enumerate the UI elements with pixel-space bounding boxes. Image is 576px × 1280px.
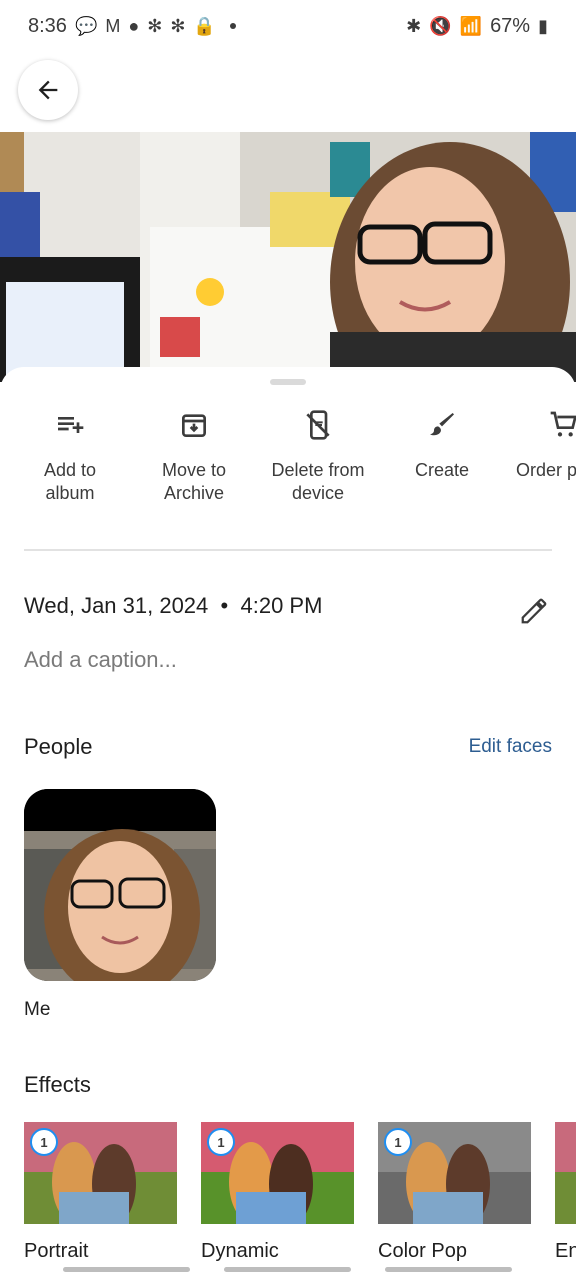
caption-input[interactable]: Add a caption... — [24, 647, 177, 673]
lock-icon: 🔒 — [193, 16, 216, 36]
effect-thumbnail: 1 — [24, 1122, 177, 1224]
face-thumbnail[interactable] — [24, 789, 216, 981]
scroll-indicator — [224, 1267, 351, 1272]
effect-color-pop[interactable]: 1 Color Pop — [378, 1122, 531, 1263]
one-badge-icon: 1 — [30, 1128, 58, 1156]
effect-dynamic[interactable]: 1 Dynamic — [201, 1122, 354, 1263]
edit-date-button[interactable] — [516, 593, 552, 629]
pencil-icon — [521, 598, 547, 624]
effect-label: Dynamic — [201, 1240, 279, 1262]
add-to-album-button[interactable]: Add to album — [10, 407, 130, 505]
action-label: Delete from device — [271, 460, 365, 503]
separator-dot: • — [214, 593, 235, 618]
effect-thumbnail — [555, 1122, 576, 1224]
order-prints-button[interactable]: Order p — [506, 407, 576, 482]
delete-from-device-button[interactable]: Delete from device — [258, 407, 378, 505]
action-label: Add to album — [43, 460, 97, 503]
bluetooth-icon: ✱ — [406, 16, 422, 36]
effect-thumbnail: 1 — [378, 1122, 531, 1224]
effect-partial[interactable]: En — [555, 1122, 576, 1263]
details-sheet: Add to album Move to Archive Delete from… — [0, 367, 576, 1280]
one-badge-icon: 1 — [207, 1128, 235, 1156]
photo-preview[interactable] — [0, 132, 576, 382]
account-icon: ● — [128, 16, 140, 36]
divider — [24, 549, 552, 551]
scroll-indicator — [385, 1267, 512, 1272]
gmail-icon: M — [105, 16, 121, 36]
clock: 8:36 — [28, 14, 67, 37]
edit-faces-link[interactable]: Edit faces — [469, 736, 552, 758]
status-bar: 8:36 💬 M ● ✻ ✻ 🔒 ✱ 🔇 📶 67% ▮ — [0, 0, 576, 52]
create-button[interactable]: Create — [382, 407, 502, 482]
effect-thumbnail: 1 — [201, 1122, 354, 1224]
action-label: Order p — [516, 460, 576, 480]
people-heading: People — [24, 734, 93, 759]
effect-label: Color Pop — [378, 1240, 467, 1262]
date-text: Wed, Jan 31, 2024 — [24, 593, 209, 618]
effect-label: Portrait — [24, 1240, 89, 1262]
move-to-archive-button[interactable]: Move to Archive — [134, 407, 254, 505]
yelp-icon: ✻ — [147, 16, 163, 36]
effect-portrait[interactable]: 1 Portrait — [24, 1122, 177, 1263]
effect-label: En — [555, 1240, 576, 1262]
scroll-indicator — [63, 1267, 190, 1272]
action-label: Create — [414, 460, 470, 480]
time-text: 4:20 PM — [240, 593, 323, 618]
cart-icon — [546, 407, 576, 443]
battery-percent: 67% — [490, 14, 531, 37]
dot-icon — [229, 23, 236, 29]
arrow-back-icon — [38, 80, 58, 100]
brush-icon — [424, 407, 460, 443]
add-to-playlist-icon — [52, 407, 88, 443]
archive-icon — [176, 407, 212, 443]
face-name: Me — [24, 999, 51, 1020]
effects-heading: Effects — [24, 1072, 91, 1097]
battery-icon: ▮ — [538, 16, 548, 36]
one-badge-icon: 1 — [384, 1128, 412, 1156]
action-label: Move to Archive — [161, 460, 227, 503]
mute-icon: 🔇 — [429, 16, 452, 36]
wifi-icon: 📶 — [459, 16, 483, 36]
action-row: Add to album Move to Archive Delete from… — [0, 407, 576, 527]
sheet-handle[interactable] — [270, 379, 306, 385]
date-time: Wed, Jan 31, 2024 • 4:20 PM — [24, 593, 322, 619]
delete-device-icon — [300, 407, 336, 443]
back-button[interactable] — [18, 60, 78, 120]
chat-icon: 💬 — [74, 16, 98, 36]
yelp-icon: ✻ — [170, 16, 186, 36]
